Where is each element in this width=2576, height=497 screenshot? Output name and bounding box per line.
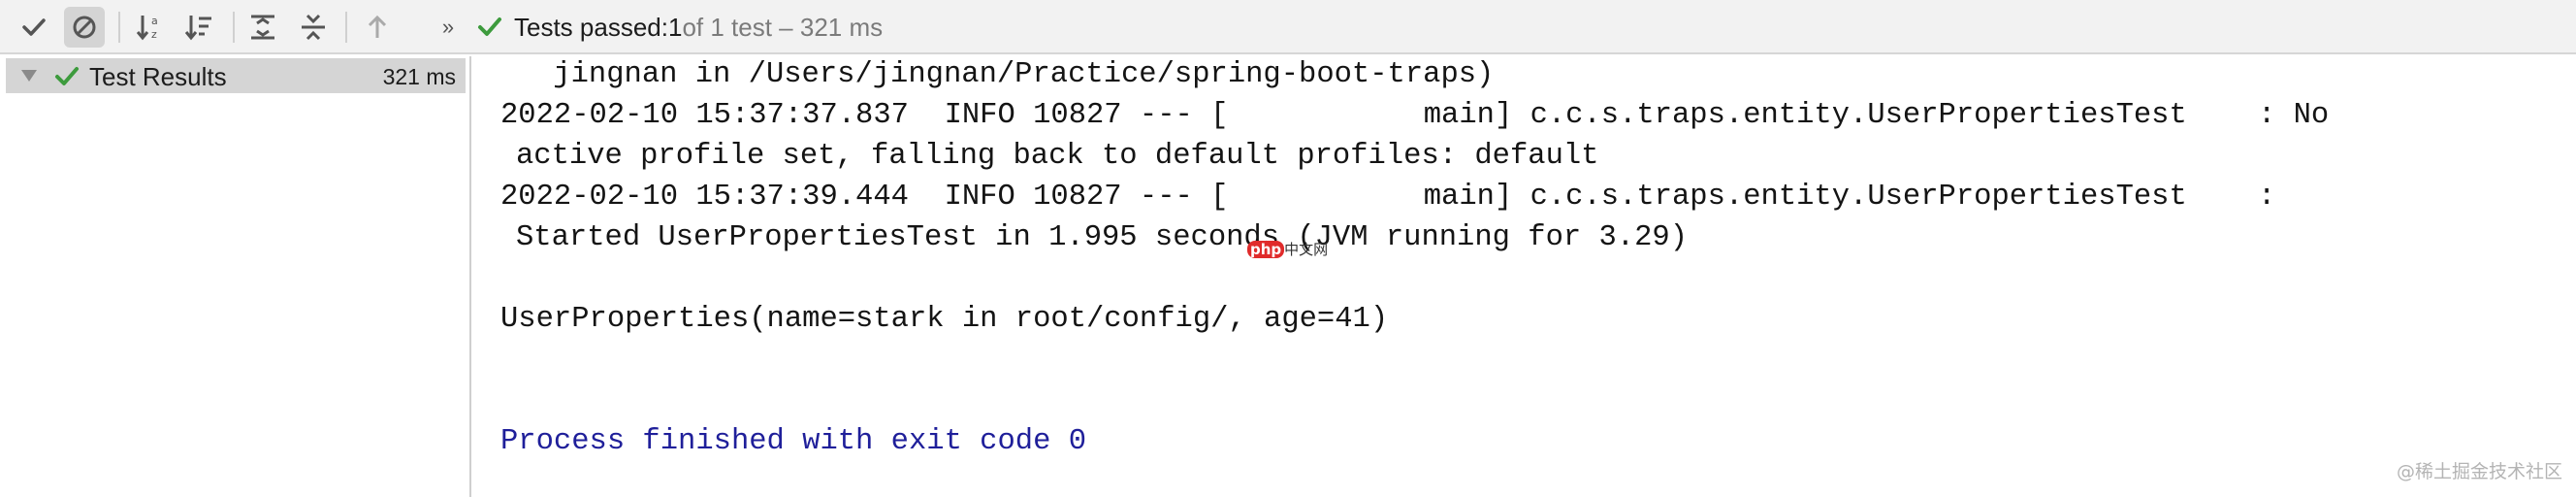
toolbar-separator [345, 12, 347, 43]
sort-by-duration-button[interactable] [178, 7, 219, 48]
sort-alphabetically-button[interactable]: a z [130, 7, 171, 48]
console-line: Started UserPropertiesTest in 1.995 seco… [516, 221, 1688, 254]
svg-text:z: z [151, 28, 157, 41]
status-passed-count: 1 [667, 12, 683, 42]
chevron-double-right-icon[interactable]: » [431, 7, 466, 48]
expand-all-button[interactable] [242, 7, 283, 48]
console-line: UserProperties(name=stark in root/config… [500, 303, 1389, 336]
watermark-juejin: @稀土掘金技术社区 [2396, 461, 2562, 482]
tree-item-test-results[interactable]: Test Results 321 ms [6, 58, 466, 93]
ignored-icon [73, 16, 96, 39]
check-icon [478, 17, 501, 36]
arrow-up-icon [368, 15, 387, 38]
console-output[interactable]: jingnan in /Users/jingnan/Practice/sprin… [471, 56, 2576, 497]
status-suffix: of 1 test – 321 ms [682, 12, 884, 42]
toolbar-separator [233, 12, 235, 43]
test-status-summary: Tests passed: 1 of 1 test – 321 ms [477, 0, 883, 54]
collapse-all-button[interactable] [293, 7, 334, 48]
tree-item-duration: 321 ms [382, 64, 456, 89]
show-passed-button[interactable] [14, 7, 54, 48]
status-prefix: Tests passed: [514, 12, 668, 42]
svg-text:a: a [151, 15, 158, 27]
console-line: 2022-02-10 15:37:37.837 INFO 10827 --- [… [500, 99, 2330, 132]
console-line-exit: Process finished with exit code 0 [500, 425, 1086, 458]
console-line: jingnan in /Users/jingnan/Practice/sprin… [535, 58, 1495, 91]
check-icon [55, 67, 79, 85]
show-ignored-button[interactable] [64, 7, 105, 48]
check-icon [22, 18, 46, 36]
test-runner-toolbar: a z » Tests passed: 1 of 1 test – 321 ms [0, 0, 2576, 54]
watermark-text: 中文网 [1284, 241, 1329, 258]
watermark-php: php 中文网 [1247, 239, 1328, 259]
previous-failed-button[interactable] [357, 7, 398, 48]
triangle-down-icon[interactable] [19, 66, 39, 85]
expand-all-icon [251, 15, 274, 40]
collapse-all-icon [302, 14, 325, 41]
console-line: active profile set, falling back to defa… [516, 140, 1599, 173]
test-tree-panel: Test Results 321 ms [0, 56, 469, 497]
watermark-badge: php [1247, 241, 1285, 258]
sort-alpha-icon: a z [136, 15, 158, 41]
sort-duration-icon [184, 16, 211, 41]
toolbar-separator [118, 12, 120, 43]
console-line: 2022-02-10 15:37:39.444 INFO 10827 --- [… [500, 181, 2276, 214]
tree-item-label: Test Results [89, 62, 227, 91]
